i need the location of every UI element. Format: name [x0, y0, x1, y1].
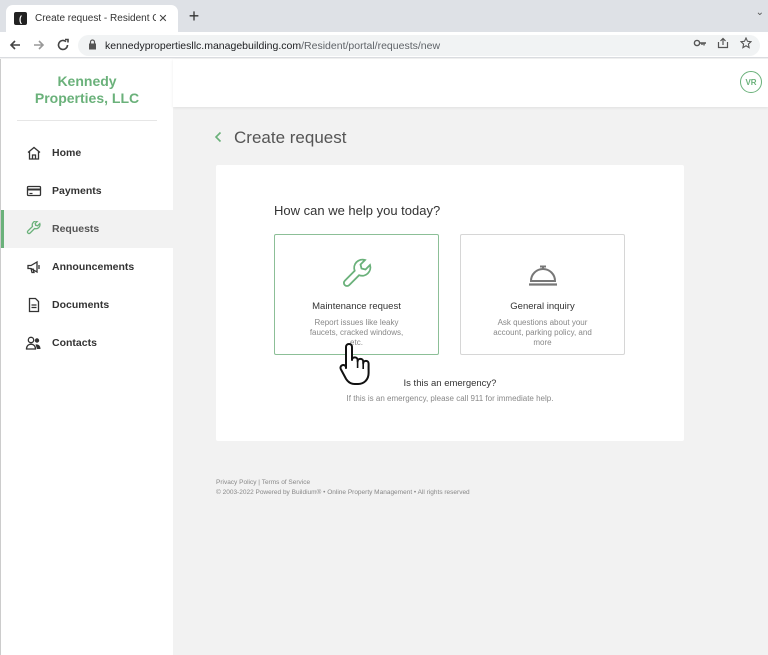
contacts-icon [25, 335, 42, 352]
emergency-help-text: If this is an emergency, please call 911… [346, 394, 554, 403]
wrench-icon [275, 257, 438, 291]
footer-separator: | [258, 479, 260, 486]
top-header: VR [173, 59, 768, 107]
sidebar-menu: Home Payments Requests Announcements Doc… [1, 134, 173, 362]
new-tab-icon[interactable]: + [186, 7, 202, 25]
sidebar-divider [17, 120, 157, 121]
home-icon [25, 145, 42, 162]
sidebar-item-home[interactable]: Home [1, 134, 173, 172]
option-title: General inquiry [510, 301, 575, 312]
sidebar-item-label: Documents [52, 299, 110, 311]
sidebar-item-label: Contacts [52, 337, 97, 349]
request-type-card: How can we help you today? Maintenance r… [216, 165, 684, 441]
page-header: Create request [214, 128, 346, 148]
hand-pointer-cursor-icon [337, 340, 377, 388]
brand-line-2: Properties, LLC [34, 90, 140, 106]
user-avatar[interactable]: VR [740, 71, 762, 93]
url-domain: kennedypropertiesllc.managebuilding.com [105, 39, 302, 52]
reload-icon[interactable] [54, 36, 72, 54]
megaphone-icon [25, 259, 42, 276]
sidebar-item-requests[interactable]: Requests [1, 210, 173, 248]
sidebar-item-contacts[interactable]: Contacts [1, 324, 173, 362]
address-bar[interactable]: kennedypropertiesllc.managebuilding.com/… [78, 35, 760, 56]
sidebar-item-label: Payments [52, 185, 102, 197]
brand-line-1: Kennedy [57, 73, 117, 89]
sidebar-item-label: Requests [52, 223, 100, 235]
page-title: Create request [234, 128, 347, 147]
emergency-question: Is this an emergency? [403, 378, 497, 389]
lock-icon [88, 37, 97, 55]
sidebar-item-documents[interactable]: Documents [1, 286, 173, 324]
sidebar: Kennedy Properties, LLC Home Payments Re… [0, 59, 173, 655]
maintenance-request-option[interactable]: Maintenance request Report issues like l… [274, 234, 439, 355]
service-bell-icon [461, 257, 624, 291]
url-text: kennedypropertiesllc.managebuilding.com/… [105, 40, 440, 52]
password-key-icon[interactable] [692, 35, 708, 51]
terms-of-service-link[interactable]: Terms of Service [262, 479, 310, 486]
document-icon [25, 297, 42, 314]
back-chevron-icon[interactable] [214, 130, 222, 146]
sidebar-item-label: Announcements [52, 261, 135, 273]
forward-arrow-icon[interactable] [30, 36, 48, 54]
privacy-policy-link[interactable]: Privacy Policy [216, 479, 256, 486]
share-icon[interactable] [715, 35, 731, 51]
credit-card-icon [25, 183, 42, 200]
sidebar-item-label: Home [52, 147, 82, 159]
wrench-icon [25, 221, 42, 238]
copyright-text: © 2003-2022 Powered by Buildium® • Onlin… [216, 489, 470, 496]
help-question: How can we help you today? [274, 203, 441, 218]
sidebar-item-payments[interactable]: Payments [1, 172, 173, 210]
browser-tab-strip: ( Create request - Resident Center ✕ + ⌄ [0, 0, 768, 32]
bookmark-star-icon[interactable] [738, 35, 754, 51]
option-description: Ask questions about your account, parkin… [493, 318, 592, 347]
browser-toolbar: kennedypropertiesllc.managebuilding.com/… [0, 32, 768, 58]
back-arrow-icon[interactable] [6, 36, 24, 54]
tab-search-chevron-icon[interactable]: ⌄ [756, 7, 764, 18]
close-tab-icon[interactable]: ✕ [156, 12, 170, 25]
tab-title: Create request - Resident Center [35, 13, 156, 24]
sidebar-item-announcements[interactable]: Announcements [1, 248, 173, 286]
site-favicon-icon: ( [14, 12, 27, 25]
company-logo[interactable]: Kennedy Properties, LLC [1, 59, 173, 120]
option-title: Maintenance request [312, 301, 401, 312]
browser-tab[interactable]: ( Create request - Resident Center ✕ [6, 5, 178, 32]
general-inquiry-option[interactable]: General inquiry Ask questions about your… [460, 234, 625, 355]
url-path: /Resident/portal/requests/new [301, 39, 441, 52]
page-footer: Privacy Policy | Terms of Service © 2003… [216, 478, 470, 498]
